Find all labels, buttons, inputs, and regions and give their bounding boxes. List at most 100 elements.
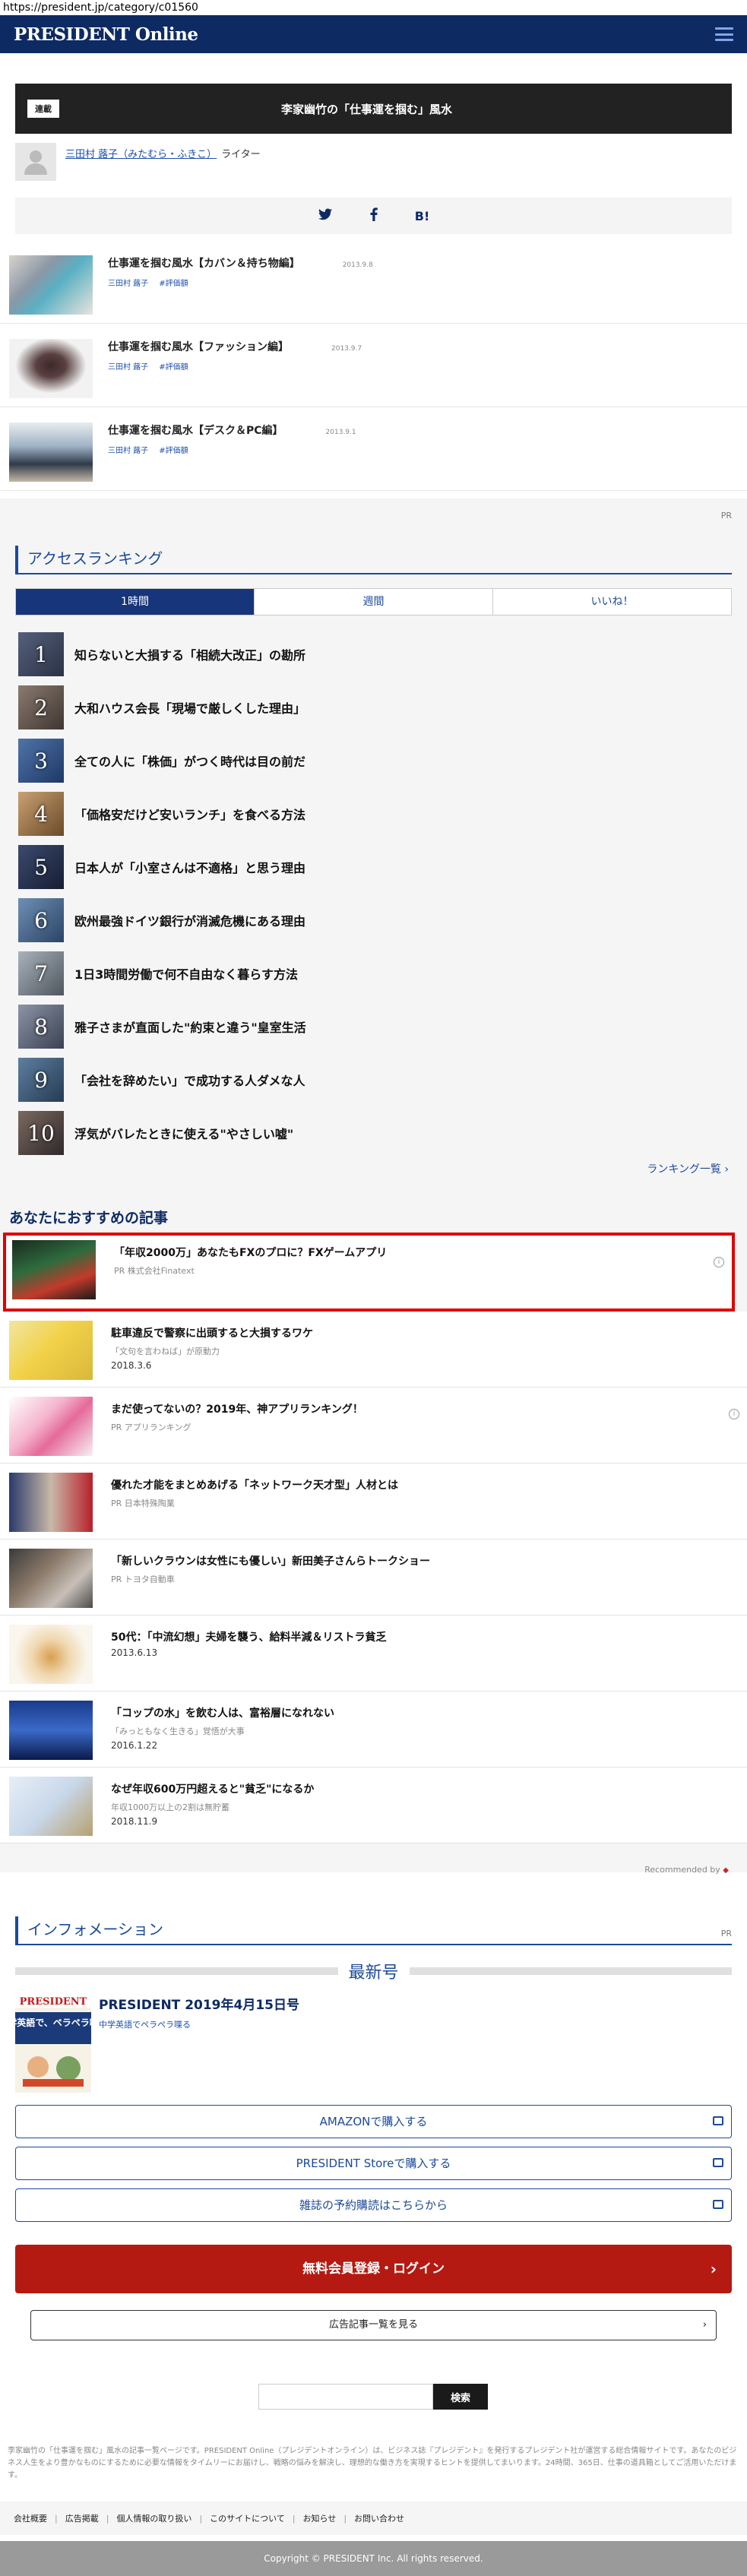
article-title[interactable]: 仕事運を掴む風水【デスク＆PC編】 [108, 422, 283, 438]
article-date: 2016.1.22 [111, 1740, 158, 1751]
ranking-title[interactable]: 浮気がバレたときに使える"やさしい嘘" [74, 1124, 293, 1142]
site-logo[interactable]: PRESIDENT Online [14, 24, 198, 45]
ranking-more-link[interactable]: ランキング一覧 › [647, 1161, 729, 1176]
ranking-title[interactable]: 日本人が「小室さんは不適格」と思う理由 [74, 858, 305, 876]
buy-store-button[interactable]: PRESIDENT Storeで購入する [15, 2147, 732, 2180]
footer-link-about[interactable]: このサイトについて [210, 2512, 285, 2524]
recommended-by[interactable]: Recommended by ◆ [644, 1865, 729, 1875]
recommend-heading: あなたにおすすめの記事 [9, 1210, 169, 1226]
article-thumbnail[interactable] [9, 1625, 93, 1684]
article-thumbnail[interactable] [9, 1397, 93, 1456]
ranking-item[interactable]: 7 1日3時間労働で何不自由なく暮らす方法 [18, 947, 733, 1000]
ranking-title[interactable]: 雅子さまが直面した"約束と違う"皇室生活 [74, 1017, 306, 1036]
ranking-title[interactable]: 1日3時間労働で何不自由なく暮らす方法 [74, 964, 298, 983]
twitter-share-icon[interactable] [316, 208, 334, 223]
article-tag[interactable]: #評価額 [159, 447, 188, 455]
tab-hourly[interactable]: 1時間 [16, 589, 255, 615]
article-thumbnail[interactable] [9, 422, 93, 482]
article-title[interactable]: 「年収2000万」あなたもFXのプロに？FXゲームアプリ [114, 1245, 387, 1260]
article-title[interactable]: 仕事運を掴む風水【カバン＆持ち物編】 [108, 255, 300, 271]
series-badge: 連載 [27, 100, 59, 118]
article-author[interactable]: 三田村 蕗子 [108, 280, 148, 288]
ranking-title[interactable]: 「会社を辞めたい」で成功する人ダメな人 [74, 1071, 305, 1089]
article-title[interactable]: まだ使ってないの？2019年、神アプリランキング！ [111, 1401, 363, 1416]
magazine-title[interactable]: PRESIDENT 2019年4月15日号 [99, 1994, 299, 2013]
rank-number: 8 [18, 1005, 64, 1049]
article-thumbnail[interactable] [9, 1549, 93, 1608]
list-item[interactable]: 優れた才能をまとめあげる「ネットワーク天才型」人材とは PR 日本特殊陶業 [0, 1464, 747, 1540]
article-thumbnail[interactable] [9, 1473, 93, 1532]
article-title[interactable]: 「新しいクラウンは女性にも優しい」新田美子さんらトークショー [111, 1553, 430, 1568]
ad-list-button[interactable]: 広告記事一覧を見る › [30, 2310, 717, 2340]
list-item[interactable]: 仕事運を掴む風水【カバン＆持ち物編】 2013.9.8 三田村 蕗子 #評価額 [0, 240, 747, 324]
list-item[interactable]: まだ使ってないの？2019年、神アプリランキング！ PR アプリランキング i [0, 1388, 747, 1464]
list-item[interactable]: なぜ年収600万円超えると"貧乏"になるか年収1000万以上の2割は無貯蓄 201… [0, 1767, 747, 1843]
ranking-item[interactable]: 8 雅子さまが直面した"約束と違う"皇室生活 [18, 1000, 733, 1053]
hatena-bookmark-share-icon[interactable]: B! [413, 209, 432, 223]
footer-link-ads[interactable]: 広告掲載 [65, 2512, 99, 2524]
list-item[interactable]: 駐車違反で警察に出頭すると大損するワケ 「文句を言わねば」が原動力 2018.3.6 [0, 1312, 747, 1388]
article-title[interactable]: 駐車違反で警察に出頭すると大損するワケ [111, 1325, 313, 1340]
article-author[interactable]: 三田村 蕗子 [108, 363, 148, 372]
article-title[interactable]: 仕事運を掴む風水【ファッション編】 [108, 339, 289, 354]
article-thumbnail[interactable] [9, 1321, 93, 1380]
article-thumbnail[interactable] [9, 1777, 93, 1836]
search-button[interactable]: 検索 [433, 2384, 488, 2410]
article-thumbnail[interactable] [9, 255, 93, 315]
ranking-title[interactable]: 知らないと大損する「相続大改正」の勘所 [74, 645, 305, 663]
url-bar[interactable]: https://president.jp/category/c01560 [0, 0, 747, 15]
tab-likes[interactable]: いいね！ [493, 589, 731, 615]
ranking-title[interactable]: 欧州最強ドイツ銀行が消滅危機にある理由 [74, 911, 305, 929]
footer-link-company[interactable]: 会社概要 [14, 2512, 47, 2524]
list-item[interactable]: 「新しいクラウンは女性にも優しい」新田美子さんらトークショー PR トヨタ自動車 [0, 1540, 747, 1616]
external-link-icon [713, 2116, 723, 2125]
search-input[interactable] [258, 2384, 433, 2410]
article-date: 2013.9.7 [331, 345, 362, 353]
ranking-item[interactable]: 5 日本人が「小室さんは不適格」と思う理由 [18, 840, 733, 894]
list-item[interactable]: 仕事運を掴む風水【ファッション編】 2013.9.7 三田村 蕗子 #評価額 [0, 324, 747, 407]
magazine-cover[interactable]: PRESIDENT 中学英語で、ペラペラ喋る [0, 1994, 108, 2093]
footer-link-contact[interactable]: お問い合わせ [354, 2512, 404, 2524]
article-author[interactable]: 三田村 蕗子 [108, 447, 148, 455]
ranking-item[interactable]: 6 欧州最強ドイツ銀行が消滅危機にある理由 [18, 894, 733, 947]
footer-link-news[interactable]: お知らせ [303, 2512, 337, 2524]
ranking-item[interactable]: 1 知らないと大損する「相続大改正」の勘所 [18, 628, 733, 681]
article-sub: 年収1000万以上の2割は無貯蓄 [111, 1802, 229, 1812]
rank-number: 2 [18, 685, 64, 729]
article-title[interactable]: 「コップの水」を飲む人は、富裕層になれない [111, 1705, 334, 1720]
article-thumbnail[interactable] [12, 1240, 96, 1299]
ranking-title[interactable]: 大和ハウス会長「現場で厳しくした理由」 [74, 698, 305, 717]
article-thumbnail[interactable] [9, 1701, 93, 1760]
list-item[interactable]: 「年収2000万」あなたもFXのプロに？FXゲームアプリ PR 株式会社Finat… [3, 1233, 735, 1312]
ranking-title[interactable]: 「価格安だけど安いランチ」を食べる方法 [74, 805, 305, 823]
ad-info-icon[interactable]: i [714, 1257, 724, 1267]
article-tag[interactable]: #評価額 [159, 280, 188, 288]
article-title[interactable]: なぜ年収600万円超えると"貧乏"になるか [111, 1781, 314, 1796]
article-tag[interactable]: #評価額 [159, 363, 188, 372]
facebook-share-icon[interactable] [365, 207, 383, 224]
magazine-subtitle[interactable]: 中学英語でペラペラ喋る [99, 2018, 191, 2030]
ranking-item[interactable]: 3 全ての人に「株価」がつく時代は目の前だ [18, 734, 733, 787]
footer-link-privacy[interactable]: 個人情報の取り扱い [116, 2512, 191, 2524]
article-title[interactable]: 優れた才能をまとめあげる「ネットワーク天才型」人材とは [111, 1477, 398, 1492]
list-item[interactable]: 50代：「中流幻想」夫婦を襲う、給料半減＆リストラ貧乏 2013.6.13 [0, 1616, 747, 1691]
series-article-list: 仕事運を掴む風水【カバン＆持ち物編】 2013.9.8 三田村 蕗子 #評価額 仕事… [0, 240, 747, 491]
ranking-item[interactable]: 9 「会社を辞めたい」で成功する人ダメな人 [18, 1053, 733, 1106]
ranking-item[interactable]: 10 浮気がバレたときに使える"やさしい嘘" [18, 1106, 733, 1160]
subscribe-button[interactable]: 雑誌の予約購読はこちらから [15, 2188, 732, 2222]
article-title[interactable]: 50代：「中流幻想」夫婦を襲う、給料半減＆リストラ貧乏 [111, 1629, 386, 1644]
hamburger-menu-icon[interactable] [715, 27, 733, 41]
article-date: 2018.11.9 [111, 1816, 158, 1827]
list-item[interactable]: 「コップの水」を飲む人は、富裕層になれない 「みっともなく生きる」覚悟が大事 201… [0, 1691, 747, 1767]
tab-weekly[interactable]: 週間 [255, 589, 493, 615]
ranking-item[interactable]: 2 大和ハウス会長「現場で厳しくした理由」 [18, 681, 733, 734]
ranking-item[interactable]: 4 「価格安だけど安いランチ」を食べる方法 [18, 787, 733, 840]
register-login-button[interactable]: 無料会員登録・ログイン › [15, 2245, 732, 2293]
article-thumbnail[interactable] [9, 339, 93, 398]
buy-amazon-button[interactable]: AMAZONで購入する [15, 2105, 732, 2138]
list-item[interactable]: 仕事運を掴む風水【デスク＆PC編】 2013.9.1 三田村 蕗子 #評価額 [0, 407, 747, 491]
ad-info-icon[interactable]: i [729, 1409, 739, 1419]
site-header: PRESIDENT Online [0, 15, 747, 53]
ranking-title[interactable]: 全ての人に「株価」がつく時代は目の前だ [74, 752, 305, 770]
author-link[interactable]: 三田村 蕗子（みたむら・ふきこ） [65, 146, 217, 160]
